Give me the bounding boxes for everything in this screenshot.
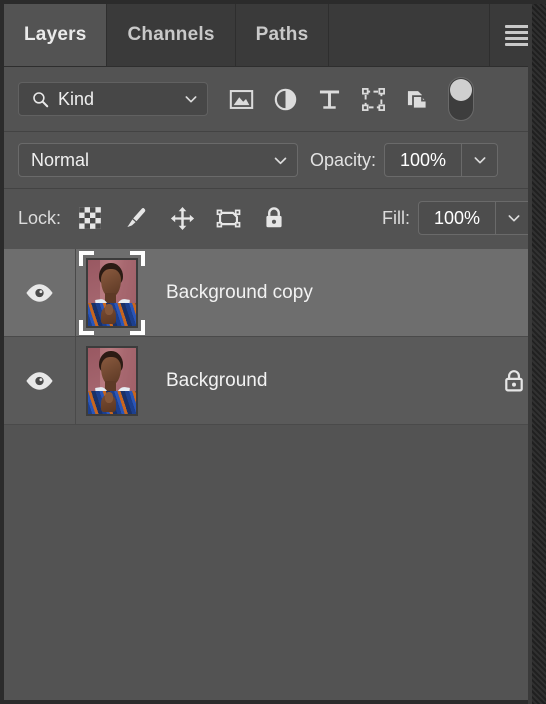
filter-type-buttons xyxy=(222,77,536,121)
toggle-knob xyxy=(450,79,472,101)
lock-buttons xyxy=(75,203,382,233)
lock-row: Lock: Fill: 100% xyxy=(4,189,546,247)
fill-input[interactable]: 100% xyxy=(418,201,496,235)
filter-kind-label: Kind xyxy=(58,88,95,109)
lock-transparent-pixels-icon[interactable] xyxy=(75,203,105,233)
blend-mode-value: Normal xyxy=(31,149,90,170)
layer-name[interactable]: Background xyxy=(148,370,482,392)
padlock-icon xyxy=(505,369,523,391)
tab-layers[interactable]: Layers xyxy=(4,4,108,66)
layer-name[interactable]: Background copy xyxy=(148,282,482,304)
tab-channels[interactable]: Channels xyxy=(107,4,236,66)
opacity-label: Opacity: xyxy=(310,149,377,170)
filter-shape-layers-icon[interactable] xyxy=(354,80,392,118)
filter-type-layers-icon[interactable] xyxy=(310,80,348,118)
layers-panel: Layers Channels Paths Kind Normal Opacit… xyxy=(0,0,546,704)
layer-row[interactable]: Background xyxy=(4,337,546,425)
fill-stepper[interactable] xyxy=(496,201,532,235)
layer-thumbnail-cell[interactable] xyxy=(76,250,148,335)
tab-bar-filler xyxy=(329,4,490,66)
prevent-nesting-icon[interactable] xyxy=(213,203,243,233)
filter-pixel-layers-icon[interactable] xyxy=(222,80,260,118)
fill-value: 100% xyxy=(433,207,481,228)
blend-mode-row: Normal Opacity: 100% xyxy=(4,132,546,189)
lock-image-pixels-icon[interactable] xyxy=(121,203,151,233)
chevron-down-icon xyxy=(508,215,519,222)
eye-icon xyxy=(26,371,53,390)
eye-icon xyxy=(26,283,53,302)
filter-adjustment-layers-icon[interactable] xyxy=(266,80,304,118)
layer-visibility-toggle[interactable] xyxy=(4,337,76,424)
tab-paths[interactable]: Paths xyxy=(236,4,330,66)
lock-position-icon[interactable] xyxy=(167,203,197,233)
layer-list: Background copy Background xyxy=(4,247,546,425)
blend-mode-dropdown[interactable]: Normal xyxy=(18,143,298,177)
chevron-down-icon xyxy=(274,157,287,164)
layer-filter-row: Kind xyxy=(4,67,546,132)
layer-visibility-toggle[interactable] xyxy=(4,249,76,336)
opacity-value: 100% xyxy=(400,149,447,170)
tab-paths-label: Paths xyxy=(255,24,309,45)
fill-label: Fill: xyxy=(382,207,410,228)
filter-kind-dropdown[interactable]: Kind xyxy=(18,82,208,116)
layer-thumbnail-cell[interactable] xyxy=(76,339,148,423)
lock-label: Lock: xyxy=(18,207,62,228)
portrait-thumbnail xyxy=(86,257,138,328)
opacity-input[interactable]: 100% xyxy=(384,143,463,177)
filter-smart-objects-icon[interactable] xyxy=(398,80,436,118)
panel-right-edge xyxy=(532,4,546,704)
tab-channels-label: Channels xyxy=(127,24,215,45)
layer-row[interactable]: Background copy xyxy=(4,249,546,337)
portrait-thumbnail xyxy=(86,345,138,416)
chevron-down-icon xyxy=(474,157,485,164)
filter-enable-toggle[interactable] xyxy=(448,77,474,121)
tab-layers-label: Layers xyxy=(24,24,87,45)
chevron-down-icon xyxy=(185,96,197,103)
search-icon xyxy=(33,91,49,107)
opacity-stepper[interactable] xyxy=(462,143,499,177)
panel-tab-bar: Layers Channels Paths xyxy=(4,4,546,67)
lock-all-icon[interactable] xyxy=(259,203,289,233)
